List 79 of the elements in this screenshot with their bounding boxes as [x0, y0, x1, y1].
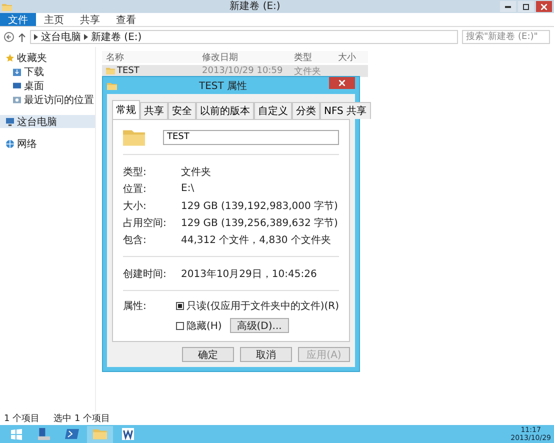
- word-icon: [122, 428, 134, 440]
- dialog-button[interactable]: 取消: [240, 347, 292, 362]
- ribbon-tab[interactable]: 主页: [36, 13, 72, 26]
- column-header[interactable]: 名称: [102, 50, 198, 64]
- sidebar-item[interactable]: 最近访问的位置: [0, 93, 95, 106]
- table-cell-text: 文件夹: [293, 66, 322, 78]
- search-field[interactable]: 搜索"新建卷 (E:)": [462, 30, 550, 44]
- folder-icon: [123, 128, 145, 146]
- folder-icon: [2, 2, 12, 10]
- property-label: 创建时间:: [123, 268, 168, 280]
- close-icon: [541, 4, 547, 10]
- status-text: 选中 1 个项目: [54, 412, 110, 425]
- minimize-button[interactable]: [500, 1, 516, 12]
- chevron-icon: [34, 34, 38, 40]
- desktop-icon: [13, 82, 21, 90]
- property-value: 44,312 个文件，4,830 个文件夹: [181, 234, 331, 246]
- recent-places-icon: [13, 96, 21, 104]
- folder-icon: [107, 82, 117, 90]
- maximize-icon: [523, 4, 529, 10]
- dialog-title: TEST 属性: [198, 80, 248, 93]
- sidebar-item[interactable]: 网络: [0, 137, 95, 150]
- property-label: 大小:: [123, 200, 148, 212]
- dialog-tab[interactable]: 自定义: [254, 102, 292, 120]
- dialog-tab[interactable]: 以前的版本: [196, 102, 254, 120]
- property-label: 属性:: [123, 300, 148, 314]
- attribute-checkbox[interactable]: 隐藏(H): [176, 318, 222, 332]
- property-label: 类型:: [123, 166, 148, 178]
- name-field[interactable]: TEST: [163, 130, 339, 145]
- sidebar-item[interactable]: 下载: [0, 65, 95, 78]
- breadcrumb[interactable]: 这台电脑: [41, 30, 81, 44]
- dialog-tab[interactable]: 共享: [140, 102, 168, 120]
- breadcrumb[interactable]: 新建卷 (E:): [91, 30, 142, 44]
- dialog-tab[interactable]: 分类: [292, 102, 320, 120]
- table-cell-text: 2013/10/29 10:59: [201, 66, 284, 76]
- dialog-tab[interactable]: NFS 共享: [320, 102, 371, 120]
- network-icon: [6, 140, 14, 148]
- computer-icon: [6, 118, 14, 126]
- property-value: 2013年10月29日，10:45:26: [181, 268, 317, 280]
- folder-icon: [106, 67, 115, 75]
- back-arrow-icon[interactable]: [4, 32, 14, 42]
- file-row[interactable]: TEST 2013/10/29 10:59 文件夹: [102, 65, 368, 77]
- status-text: 1 个项目: [4, 412, 40, 425]
- folder-icon: [93, 428, 107, 440]
- property-label: 包含:: [123, 234, 148, 246]
- dialog-tab[interactable]: 安全: [168, 102, 196, 120]
- window-title: 新建卷 (E:): [228, 0, 282, 12]
- column-header[interactable]: 类型: [290, 50, 334, 64]
- sidebar-item[interactable]: 收藏夹: [0, 51, 95, 64]
- property-label: 位置:: [123, 182, 148, 196]
- windows-logo-icon: [10, 428, 22, 440]
- minimize-icon: [505, 6, 511, 8]
- property-value: 129 GB (139,192,983,000 字节): [181, 200, 338, 212]
- property-value: 129 GB (139,256,389,632 字节): [181, 216, 338, 230]
- close-button[interactable]: [329, 77, 355, 89]
- property-value: E:\: [181, 183, 194, 194]
- ribbon-tab[interactable]: 共享: [72, 13, 108, 26]
- powershell-icon: [65, 429, 79, 439]
- close-icon: [339, 80, 345, 86]
- ribbon-tab[interactable]: 文件: [0, 13, 36, 26]
- property-label: 占用空间:: [123, 216, 168, 230]
- maximize-button[interactable]: [518, 1, 534, 12]
- server-manager-icon: [38, 428, 50, 440]
- dialog-tab[interactable]: 常规: [112, 100, 140, 120]
- property-value: 文件夹: [181, 166, 211, 178]
- address-bar[interactable]: 这台电脑 新建卷 (E:): [30, 30, 458, 44]
- advanced-button[interactable]: 高级(D)...: [230, 318, 289, 333]
- ribbon-tab[interactable]: 查看: [108, 13, 144, 26]
- sidebar-item[interactable]: 桌面: [0, 79, 95, 92]
- chevron-icon: [84, 34, 88, 40]
- sidebar-item[interactable]: 这台电脑: [0, 115, 95, 128]
- up-arrow-icon[interactable]: [18, 32, 26, 42]
- dialog-button[interactable]: 确定: [182, 347, 234, 362]
- close-button[interactable]: [536, 1, 552, 12]
- column-header[interactable]: 大小: [334, 50, 368, 64]
- star-icon: [6, 54, 14, 62]
- download-icon: [13, 68, 21, 76]
- table-cell: TEST: [102, 66, 198, 76]
- attribute-checkbox[interactable]: 只读(仅应用于文件夹中的文件)(R): [176, 299, 339, 313]
- column-header[interactable]: 修改日期: [198, 50, 290, 64]
